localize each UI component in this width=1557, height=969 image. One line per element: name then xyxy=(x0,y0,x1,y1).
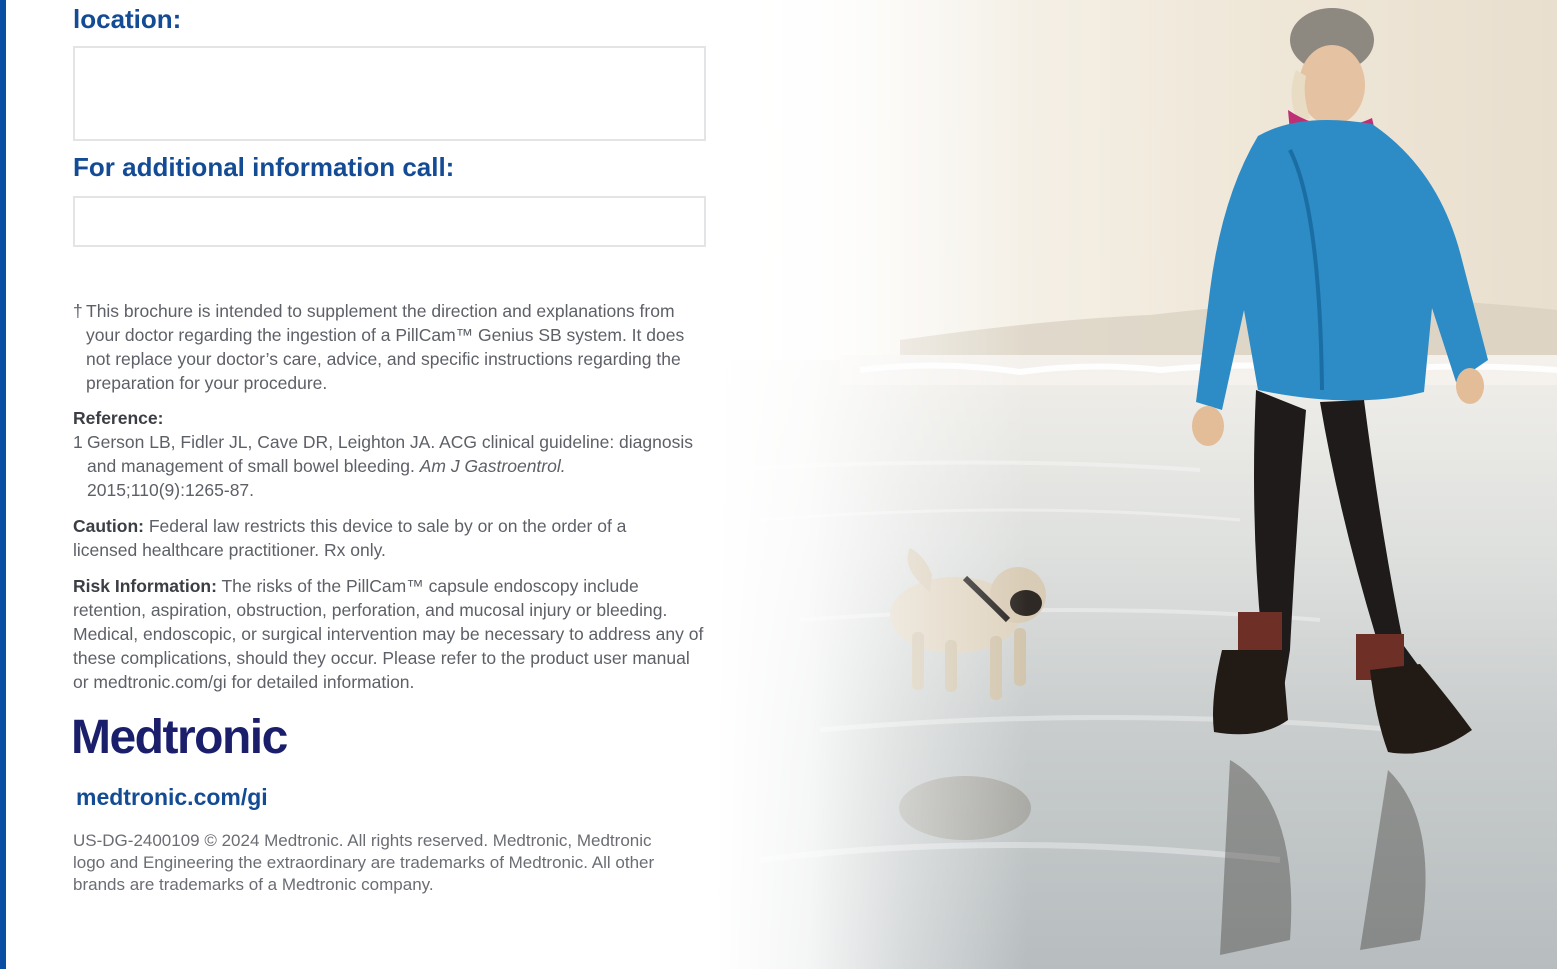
copyright-notice: US-DG-2400109 © 2024 Medtronic. All righ… xyxy=(73,831,655,894)
reference-text: Gerson LB, Fidler JL, Cave DR, Leighton … xyxy=(87,430,709,502)
disclaimer: † This brochure is intended to supplemen… xyxy=(73,299,709,395)
reference-heading: Reference: xyxy=(73,408,164,428)
caution-label: Caution: xyxy=(73,516,144,536)
call-label: For additional information call: xyxy=(73,152,455,182)
location-field[interactable] xyxy=(73,46,706,141)
reference-number: 1 xyxy=(73,432,83,452)
left-accent-rule xyxy=(0,0,6,969)
website-link[interactable]: medtronic.com/gi xyxy=(76,784,268,812)
risk-label: Risk Information: xyxy=(73,576,217,596)
phone-field[interactable] xyxy=(73,196,706,247)
reference-text-before: Gerson LB, Fidler JL, Cave DR, Leighton … xyxy=(87,432,693,476)
reference-text-after: 2015;110(9):1265-87. xyxy=(87,480,255,500)
disclaimer-text: This brochure is intended to supplement … xyxy=(86,301,685,393)
dagger-mark: † xyxy=(73,301,83,321)
risk-paragraph: Risk Information: The risks of the PillC… xyxy=(73,574,709,694)
reference-block: Reference: 1 Gerson LB, Fidler JL, Cave … xyxy=(73,406,709,502)
caution-paragraph: Caution: Federal law restricts this devi… xyxy=(73,514,673,562)
reference-item: 1 Gerson LB, Fidler JL, Cave DR, Leighto… xyxy=(73,430,709,502)
reference-journal: Am J Gastroentrol. xyxy=(419,456,566,476)
medtronic-logo: Medtronic xyxy=(71,711,288,764)
location-label: location: xyxy=(73,4,182,34)
caution-text: Federal law restricts this device to sal… xyxy=(73,516,627,560)
